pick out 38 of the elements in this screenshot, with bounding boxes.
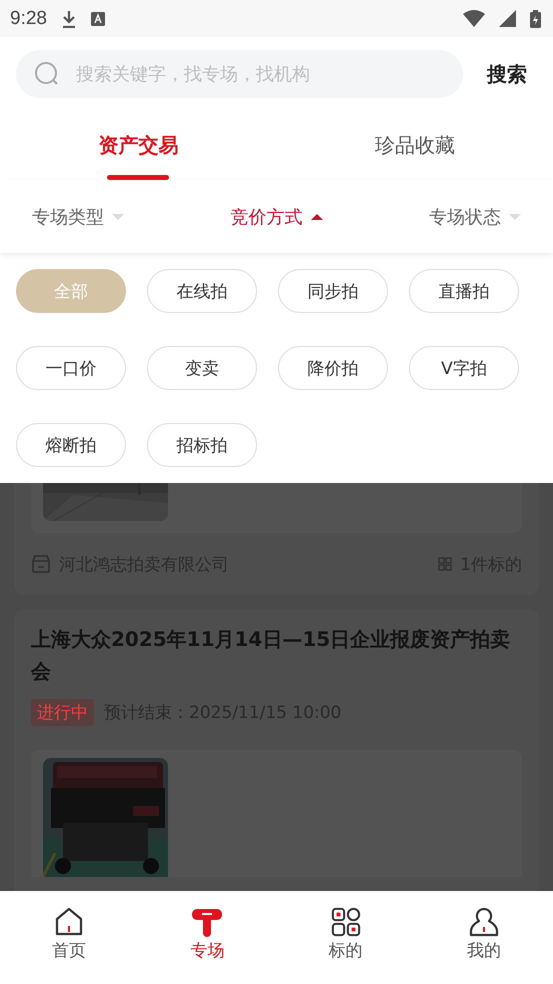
caret-icon — [310, 214, 322, 220]
grid-icon — [330, 907, 361, 937]
keyboard-icon — [90, 12, 105, 26]
nav-tab[interactable]: 标的 — [276, 891, 415, 984]
option-chip[interactable]: 变卖 — [147, 346, 257, 390]
caret-icon — [509, 214, 521, 220]
person-icon — [468, 907, 499, 937]
status-time: 9:28 — [10, 8, 47, 30]
caret-icon — [112, 214, 124, 220]
nav-tab[interactable]: 首页 — [0, 891, 138, 984]
search-icon — [34, 61, 60, 87]
gavel-icon — [192, 907, 222, 937]
option-chip[interactable]: 熔断拍 — [16, 423, 126, 467]
tab[interactable]: 珍品收藏 — [276, 110, 553, 180]
option-chip[interactable]: 同步拍 — [278, 269, 388, 313]
filter-dropdown[interactable]: 竞价方式 — [228, 198, 324, 234]
home-icon — [54, 907, 84, 937]
option-chip[interactable]: 直播拍 — [409, 269, 519, 313]
filter-dropdown[interactable]: 专场状态 — [427, 198, 523, 234]
nav-tab[interactable]: 我的 — [414, 891, 553, 984]
signal-icon — [499, 10, 516, 27]
option-chip[interactable]: 招标拍 — [147, 423, 257, 467]
filter-dropdown[interactable]: 专场类型 — [30, 198, 126, 234]
download-icon — [60, 10, 77, 28]
nav-tab[interactable]: 专场 — [138, 891, 276, 984]
auction-title: 上海大众2025年11月14日—15日企业报废资产拍卖会 — [31, 626, 512, 685]
option-chip[interactable]: 一口价 — [16, 346, 126, 390]
status-badge: 进行中 — [31, 699, 94, 726]
store-icon — [31, 554, 51, 574]
option-chip[interactable]: 在线拍 — [147, 269, 257, 313]
search-button[interactable]: 搜索 — [483, 56, 531, 92]
option-chip[interactable]: 降价拍 — [278, 346, 388, 390]
wifi-icon — [463, 10, 485, 27]
tab[interactable]: 资产交易 — [0, 110, 276, 180]
search-field[interactable]: 搜索关键字，找专场，找机构 — [16, 50, 463, 98]
grid-icon — [438, 557, 452, 571]
battery-icon — [530, 10, 541, 28]
option-chip[interactable]: V字拍 — [409, 346, 519, 390]
